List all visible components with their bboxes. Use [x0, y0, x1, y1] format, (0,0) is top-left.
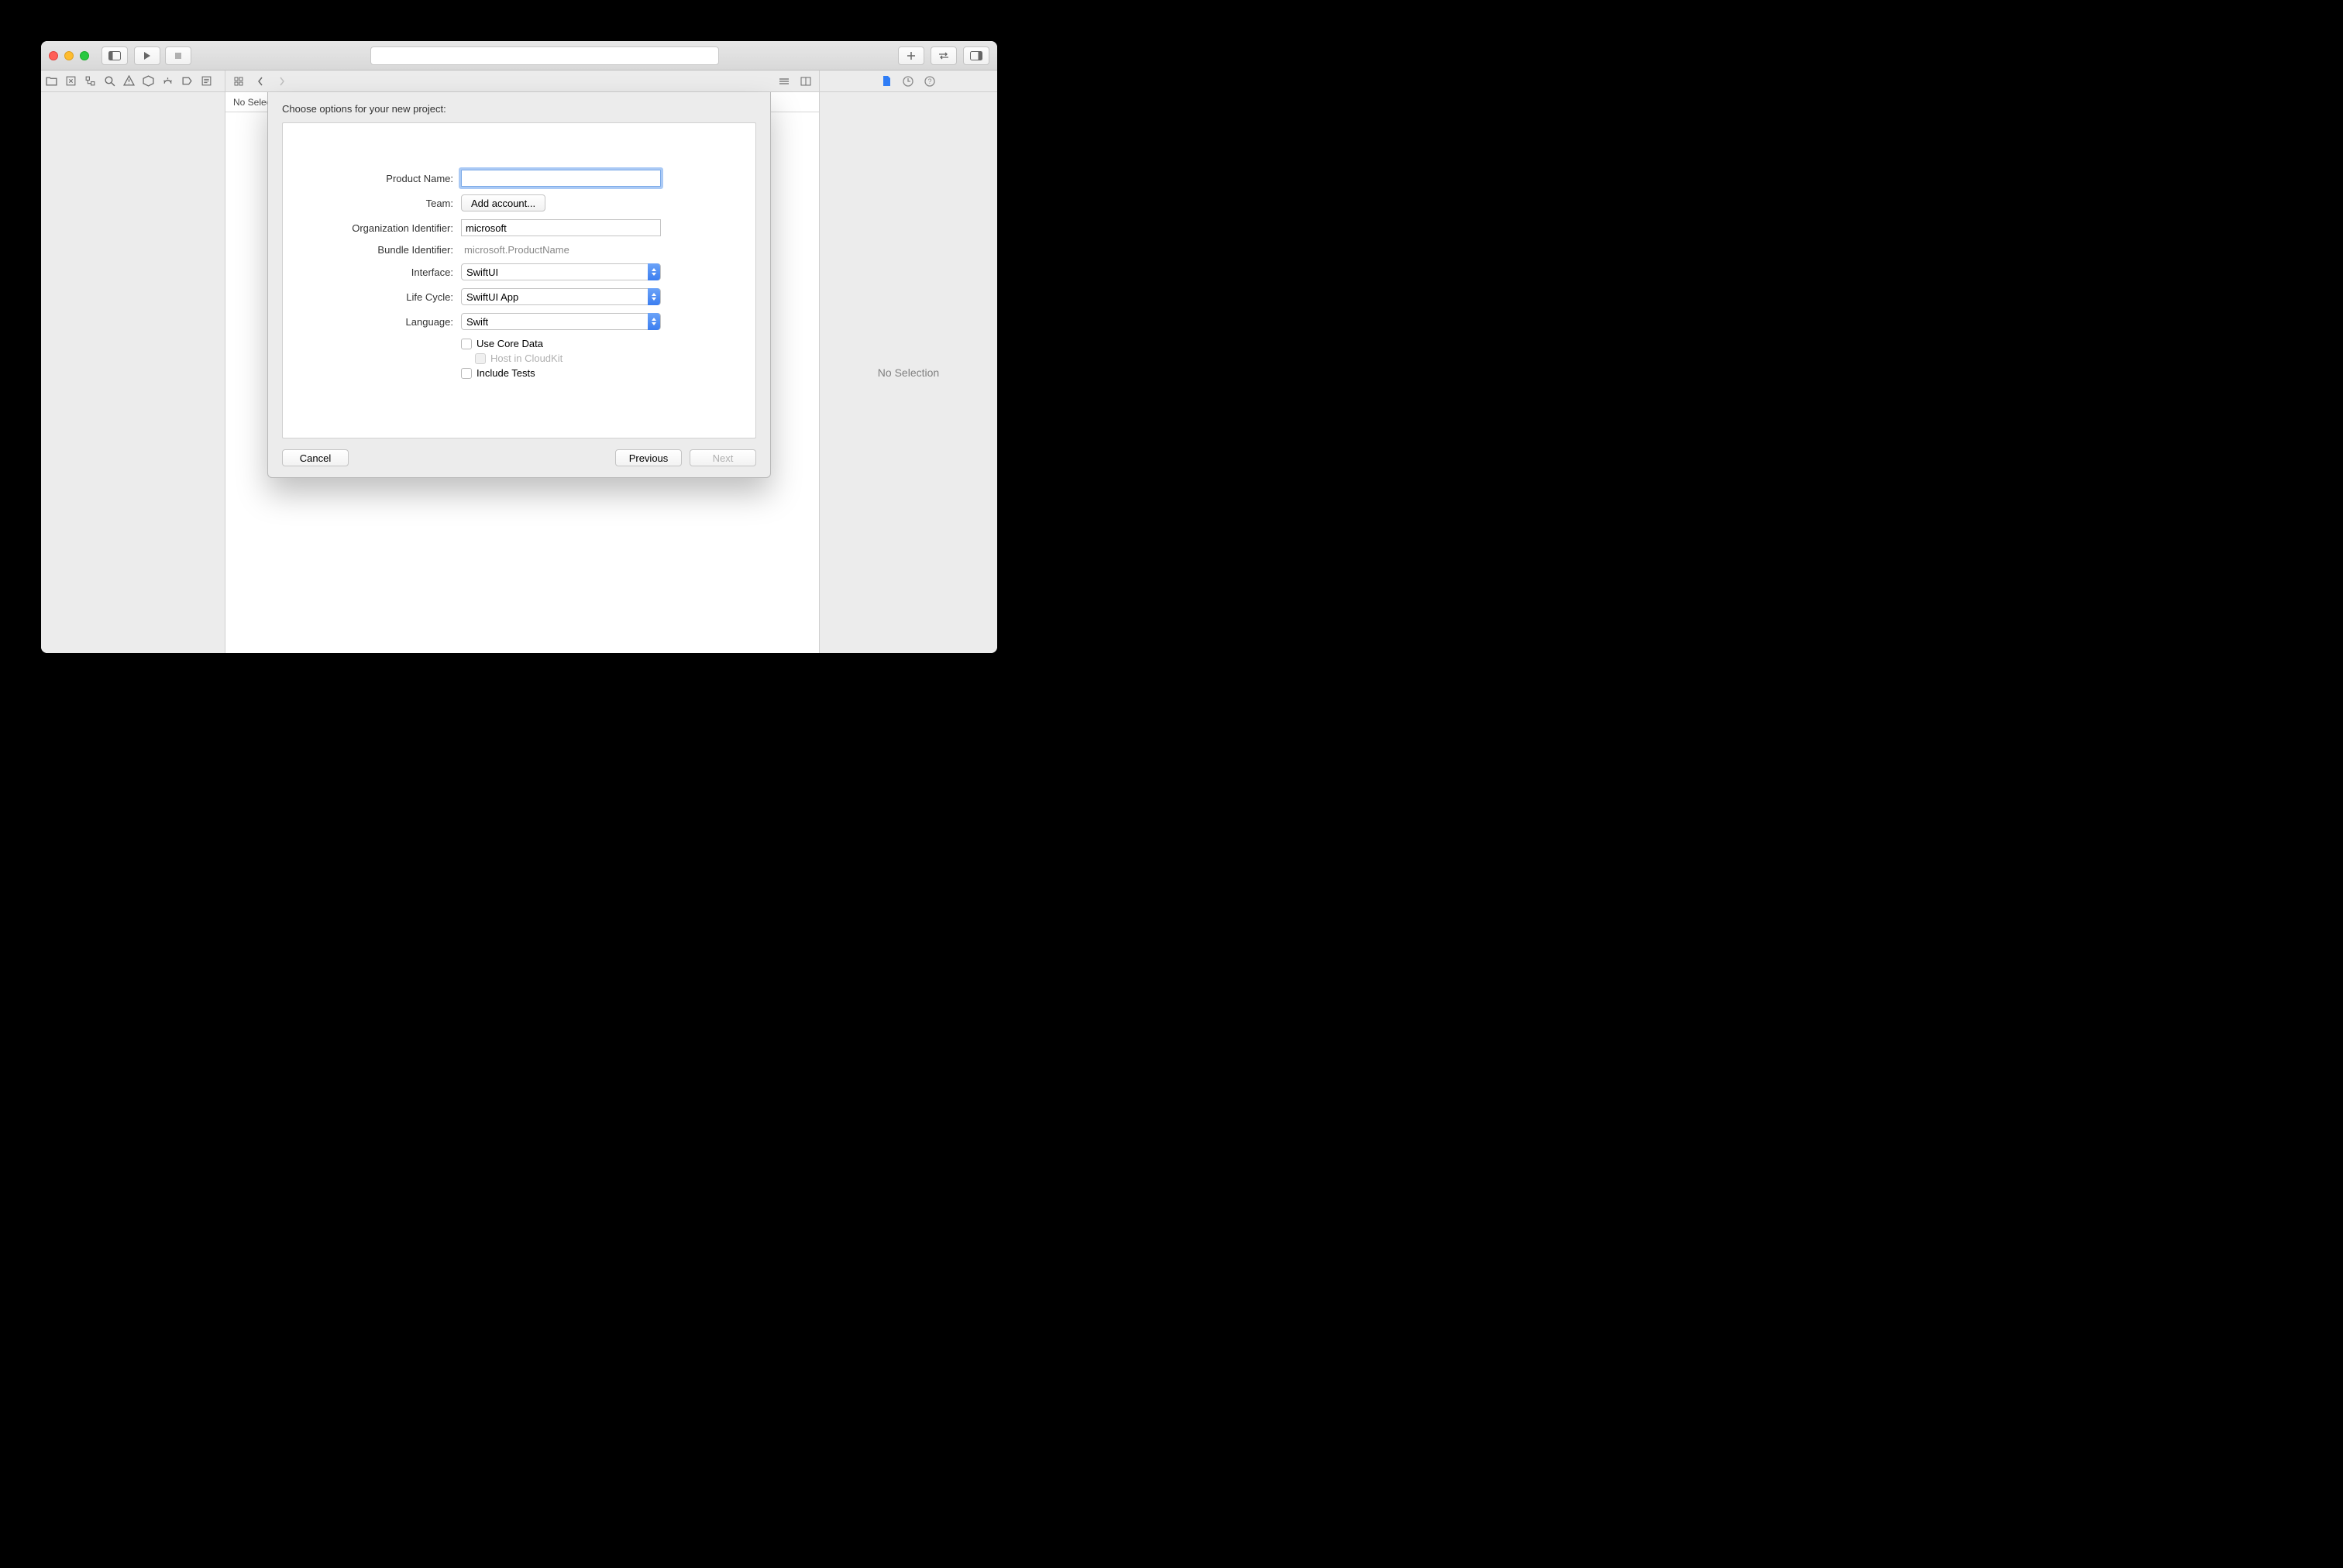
inspector-tabs: ? — [820, 70, 997, 92]
life-cycle-select-value: SwiftUI App — [466, 291, 518, 303]
go-back-icon[interactable] — [253, 74, 267, 88]
host-cloudkit-checkbox — [475, 353, 486, 364]
jump-bar — [225, 70, 819, 92]
run-button[interactable] — [134, 46, 160, 65]
interface-select-value: SwiftUI — [466, 266, 498, 278]
language-select[interactable]: Swift — [461, 313, 661, 330]
inspector-no-selection-label: No Selection — [878, 366, 939, 379]
svg-text:?: ? — [927, 77, 931, 85]
chevron-updown-icon — [648, 313, 660, 330]
toggle-inspectors-button[interactable] — [963, 46, 989, 65]
team-label: Team: — [306, 198, 461, 209]
stop-icon — [174, 52, 182, 60]
include-tests-row: Include Tests — [461, 367, 732, 379]
play-icon — [143, 51, 151, 60]
related-items-icon[interactable] — [232, 74, 246, 88]
use-core-data-label: Use Core Data — [477, 338, 543, 349]
org-identifier-label: Organization Identifier: — [306, 222, 461, 234]
breakpoint-navigator-icon[interactable] — [181, 75, 193, 87]
source-control-navigator-icon[interactable] — [65, 75, 77, 87]
toggle-navigator-button[interactable] — [101, 46, 128, 65]
sidebar-left-icon — [108, 51, 121, 60]
navigator-tabs — [41, 70, 225, 92]
sidebar-right-icon — [970, 51, 982, 60]
library-button[interactable] — [898, 46, 924, 65]
use-core-data-checkbox[interactable] — [461, 339, 472, 349]
bundle-identifier-label: Bundle Identifier: — [306, 244, 461, 256]
test-navigator-icon[interactable] — [143, 75, 154, 87]
life-cycle-label: Life Cycle: — [306, 291, 461, 303]
sheet-footer: Cancel Previous Next — [282, 438, 756, 466]
minimize-window-button[interactable] — [64, 51, 74, 60]
go-forward-icon[interactable] — [275, 74, 289, 88]
find-navigator-icon[interactable] — [104, 75, 115, 87]
product-name-label: Product Name: — [306, 173, 461, 184]
issue-navigator-icon[interactable] — [123, 75, 135, 87]
new-project-options-sheet: Choose options for your new project: Pro… — [267, 92, 771, 478]
use-core-data-row: Use Core Data — [461, 338, 732, 349]
code-review-button[interactable] — [931, 46, 957, 65]
org-identifier-input[interactable] — [461, 219, 661, 236]
cancel-button[interactable]: Cancel — [282, 449, 349, 466]
life-cycle-select[interactable]: SwiftUI App — [461, 288, 661, 305]
plus-icon — [907, 51, 916, 60]
add-account-button[interactable]: Add account... — [461, 194, 545, 211]
language-label: Language: — [306, 316, 461, 328]
include-tests-label: Include Tests — [477, 367, 535, 379]
inspector-body: No Selection — [820, 92, 997, 653]
arrows-swap-icon — [938, 52, 950, 60]
add-editor-icon[interactable] — [799, 74, 813, 88]
editor-options-icon[interactable] — [777, 74, 791, 88]
xcode-window: No Selection ? No Selection Choose optio… — [41, 41, 997, 653]
chevron-updown-icon — [648, 263, 660, 280]
run-stop-group — [134, 46, 191, 65]
sheet-body: Product Name: Team: Add account... Organ… — [282, 122, 756, 438]
next-button: Next — [690, 449, 756, 466]
bundle-identifier-value: microsoft.ProductName — [461, 244, 569, 256]
debug-navigator-icon[interactable] — [162, 75, 174, 87]
interface-select[interactable]: SwiftUI — [461, 263, 661, 280]
navigator-panel — [41, 70, 225, 653]
sheet-title: Choose options for your new project: — [282, 103, 756, 115]
activity-view — [370, 46, 719, 65]
report-navigator-icon[interactable] — [201, 75, 212, 87]
inspector-panel: ? No Selection — [819, 70, 997, 653]
product-name-input[interactable] — [461, 170, 661, 187]
file-inspector-icon[interactable] — [882, 75, 892, 87]
interface-label: Interface: — [306, 266, 461, 278]
maximize-window-button[interactable] — [80, 51, 89, 60]
host-cloudkit-row: Host in CloudKit — [475, 352, 732, 364]
help-inspector-icon[interactable]: ? — [924, 76, 935, 87]
symbol-navigator-icon[interactable] — [84, 75, 96, 87]
include-tests-checkbox[interactable] — [461, 368, 472, 379]
previous-button[interactable]: Previous — [615, 449, 682, 466]
project-navigator-icon[interactable] — [46, 75, 57, 87]
titlebar — [41, 41, 997, 70]
stop-button[interactable] — [165, 46, 191, 65]
window-controls — [49, 51, 89, 60]
content-area: No Selection ? No Selection Choose optio… — [41, 70, 997, 653]
language-select-value: Swift — [466, 316, 488, 328]
host-cloudkit-label: Host in CloudKit — [490, 352, 563, 364]
history-inspector-icon[interactable] — [903, 76, 913, 87]
close-window-button[interactable] — [49, 51, 58, 60]
chevron-updown-icon — [648, 288, 660, 305]
